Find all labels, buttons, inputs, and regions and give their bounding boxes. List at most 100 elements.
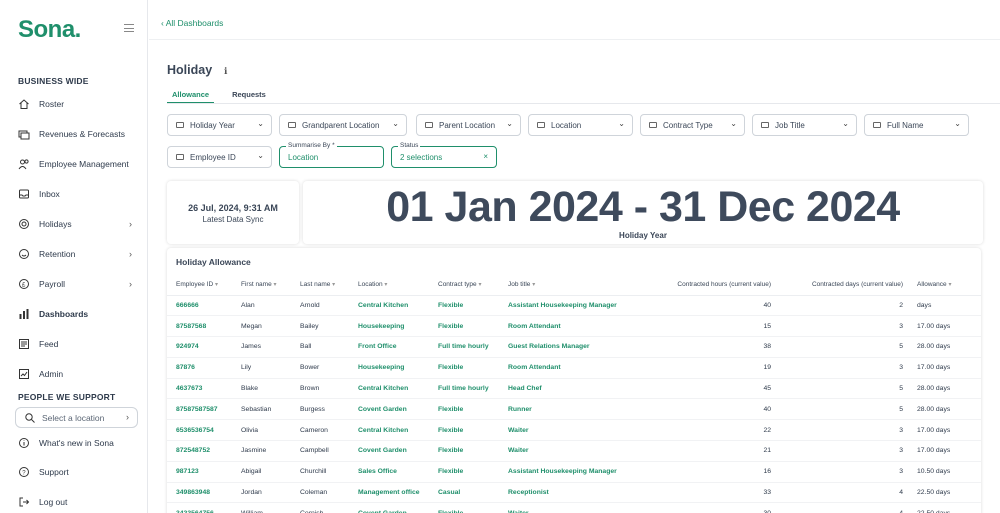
table-cell-employee-id[interactable]: 6536536754 [167, 419, 232, 442]
col-first-name[interactable]: First name ▾ [232, 275, 291, 296]
sona-logo[interactable]: Sona. [18, 16, 81, 44]
whats-new-link[interactable]: What's new in Sona [18, 433, 140, 453]
table-cell-job-title[interactable]: Receptionist [499, 482, 654, 504]
table-cell-job-title[interactable]: Waiter [499, 440, 654, 462]
table-row[interactable]: 924974 James Ball Front Office Full time hou… [167, 336, 981, 358]
table-cell-contract-type[interactable]: Full time hourly [429, 378, 499, 400]
table-row[interactable]: 87587568 Megan Bailey Housekeeping Flexible R… [167, 315, 981, 338]
sidebar-item-retention[interactable]: Retention › [18, 244, 140, 264]
table-cell-location[interactable]: Covent Garden [349, 502, 429, 513]
table-cell-contract-type[interactable]: Flexible [429, 419, 499, 442]
table-cell-employee-id[interactable]: 666666 [167, 295, 232, 317]
table-cell-job-title[interactable]: Waiter [499, 502, 654, 513]
table-cell-employee-id[interactable]: 987123 [167, 461, 232, 483]
table-cell-location[interactable]: Covent Garden [349, 440, 429, 462]
filter-full-name[interactable]: Full Name ⌄ [864, 114, 969, 136]
support-link[interactable]: ? Support [18, 462, 140, 482]
col-location[interactable]: Location ▾ [349, 275, 429, 296]
clear-icon[interactable]: × [483, 152, 488, 161]
table-cell-contract-type[interactable]: Flexible [429, 357, 499, 379]
table-cell-job-title[interactable]: Room Attendant [499, 315, 654, 338]
sidebar-item-dashboards[interactable]: Dashboards [18, 304, 140, 324]
col-contracted-days[interactable]: Contracted days (current value) [771, 275, 903, 296]
table-row[interactable]: 87587587587 Sebastian Burgess Covent Garden… [167, 398, 981, 421]
table-cell-job-title[interactable]: Runner [499, 398, 654, 421]
col-allowance[interactable]: Allowance ▾ [903, 275, 981, 296]
table-cell-contract-type[interactable]: Flexible [429, 461, 499, 483]
table-cell-employee-id[interactable]: 3423564756 [167, 502, 232, 513]
table-row[interactable]: 6536536754 Olivia Cameron Central Kitchen Fl… [167, 419, 981, 442]
table-cell-location[interactable]: Central Kitchen [349, 419, 429, 442]
chevron-right-icon: › [129, 249, 132, 259]
info-icon[interactable]: ℹ [224, 66, 227, 77]
table-row[interactable]: 872548752 Jasmine Campbell Covent Garden Fle… [167, 440, 981, 462]
col-job-title[interactable]: Job title ▾ [499, 275, 654, 296]
filter-grandparent-location[interactable]: Grandparent Location ⌄ [279, 114, 407, 136]
table-cell-location[interactable]: Housekeeping [349, 357, 429, 379]
table-cell-contract-type[interactable]: Flexible [429, 315, 499, 338]
col-employee-id[interactable]: Employee ID ▾ [167, 275, 232, 296]
filter-parent-location[interactable]: Parent Location ⌄ [416, 114, 521, 136]
table-cell-location[interactable]: Central Kitchen [349, 295, 429, 317]
table-cell-contract-type[interactable]: Casual [429, 482, 499, 504]
table-cell-employee-id[interactable]: 87876 [167, 357, 232, 379]
table-cell-job-title[interactable]: Assistant Housekeeping Manager [499, 461, 654, 483]
table-row[interactable]: 3423564756WilliamCornishCovent GardenFle… [167, 502, 981, 513]
table-cell-allowance: 28.00 days [903, 336, 981, 358]
menu-icon[interactable] [124, 24, 134, 32]
tab-requests[interactable]: Requests [227, 90, 271, 104]
sidebar-item-feed[interactable]: Feed [18, 334, 140, 354]
table-cell-job-title[interactable]: Room Attendant [499, 357, 654, 379]
tab-allowance[interactable]: Allowance [167, 90, 215, 104]
col-contracted-hours[interactable]: Contracted hours (current value) [654, 275, 771, 296]
filter-holiday-year[interactable]: Holiday Year ⌄ [167, 114, 272, 136]
table-row[interactable]: 987123 Abigail Churchill Sales Office Flexib… [167, 461, 981, 483]
table-cell-contract-type[interactable]: Full time hourly [429, 336, 499, 358]
table-cell-job-title[interactable]: Assistant Housekeeping Manager [499, 295, 654, 317]
table-cell-location[interactable]: Management office [349, 482, 429, 504]
col-contract-type[interactable]: Contract type ▾ [429, 275, 499, 296]
sidebar-item-holidays[interactable]: Holidays › [18, 214, 140, 234]
table-cell-job-title[interactable]: Guest Relations Manager [499, 336, 654, 358]
table-cell-location[interactable]: Sales Office [349, 461, 429, 483]
table-row[interactable]: 4637673 Blake Brown Central Kitchen Full tim… [167, 378, 981, 400]
sidebar-item-roster[interactable]: Roster [18, 94, 140, 114]
location-select[interactable]: Select a location › [15, 407, 138, 428]
table-cell-contract-type[interactable]: Flexible [429, 502, 499, 513]
logout-link[interactable]: Log out [18, 492, 140, 512]
filter-employee-id[interactable]: Employee ID ⌄ [167, 146, 272, 168]
table-cell-employee-id[interactable]: 924974 [167, 336, 232, 358]
table-row[interactable]: 349863948 Jordan Coleman Management office C… [167, 482, 981, 504]
table-cell-contract-type[interactable]: Flexible [429, 295, 499, 317]
table-cell-location[interactable]: Housekeeping [349, 315, 429, 338]
sidebar-item-payroll[interactable]: £ Payroll › [18, 274, 140, 294]
status-select[interactable]: Status 2 selections × [391, 142, 497, 168]
sidebar-item-admin[interactable]: Admin [18, 364, 140, 384]
table-cell-contract-type[interactable]: Flexible [429, 398, 499, 421]
filter-location[interactable]: Location ⌄ [528, 114, 633, 136]
col-last-name[interactable]: Last name ▾ [291, 275, 349, 296]
table-cell-employee-id[interactable]: 87587568 [167, 315, 232, 338]
table-cell-employee-id[interactable]: 872548752 [167, 440, 232, 462]
filter-job-title[interactable]: Job Title ⌄ [752, 114, 857, 136]
tag-icon [873, 122, 881, 128]
sidebar-item-revenues[interactable]: Revenues & Forecasts [18, 124, 140, 144]
chevron-down-icon: ⌄ [618, 119, 625, 128]
table-cell-location[interactable]: Front Office [349, 336, 429, 358]
table-cell-contract-type[interactable]: Flexible [429, 440, 499, 462]
sidebar-item-inbox[interactable]: Inbox [18, 184, 140, 204]
table-cell-employee-id[interactable]: 87587587587 [167, 398, 232, 421]
table-cell-contracted-hours-current-value: 40 [654, 398, 771, 421]
table-cell-job-title[interactable]: Head Chef [499, 378, 654, 400]
filter-contract-type[interactable]: Contract Type ⌄ [640, 114, 745, 136]
table-cell-employee-id[interactable]: 349863948 [167, 482, 232, 504]
table-cell-employee-id[interactable]: 4637673 [167, 378, 232, 400]
table-row[interactable]: 87876 Lily Bower Housekeeping Flexible Room A… [167, 357, 981, 379]
back-to-dashboards-link[interactable]: ‹ All Dashboards [161, 18, 223, 28]
table-cell-job-title[interactable]: Waiter [499, 419, 654, 442]
table-row[interactable]: 666666 Alan Arnold Central Kitchen Flexible A… [167, 295, 981, 317]
summarise-by-select[interactable]: Summarise By * Location [279, 142, 384, 168]
table-cell-location[interactable]: Central Kitchen [349, 378, 429, 400]
table-cell-location[interactable]: Covent Garden [349, 398, 429, 421]
sidebar-item-employee-management[interactable]: Employee Management [18, 154, 140, 174]
